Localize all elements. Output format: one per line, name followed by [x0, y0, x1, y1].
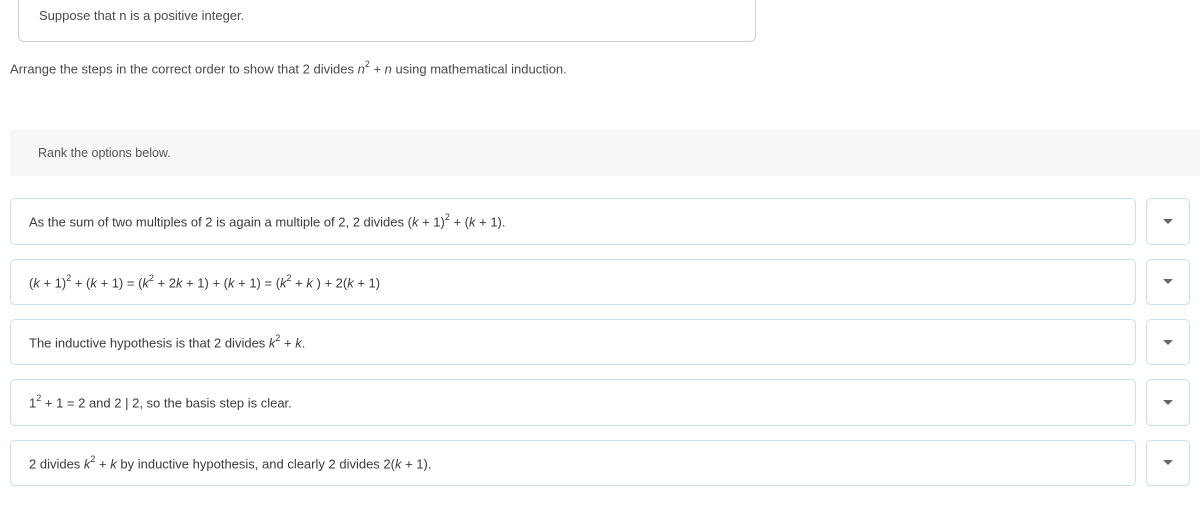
rank-dropdown-button[interactable] [1146, 379, 1190, 425]
option-row: 12 + 1 = 2 and 2 | 2, so the basis step … [10, 379, 1190, 425]
caret-down-icon [1163, 219, 1173, 224]
rank-dropdown-button[interactable] [1146, 259, 1190, 305]
premise-text-post: is a positive integer. [126, 8, 244, 23]
rank-heading: Rank the options below. [10, 130, 1200, 176]
caret-down-icon [1163, 400, 1173, 405]
rank-dropdown-button[interactable] [1146, 198, 1190, 244]
option-text: 2 divides k2 + k by inductive hypothesis… [29, 455, 431, 471]
option-card[interactable]: (k + 1)2 + (k + 1) = (k2 + 2k + 1) + (k … [10, 259, 1136, 305]
option-row: The inductive hypothesis is that 2 divid… [10, 319, 1190, 365]
option-row: As the sum of two multiples of 2 is agai… [10, 198, 1190, 244]
premise-box: Suppose that n is a positive integer. [18, 0, 756, 42]
caret-down-icon [1163, 460, 1173, 465]
instr-pre: Arrange the steps in the correct order t… [10, 61, 358, 76]
option-text: 12 + 1 = 2 and 2 | 2, so the basis step … [29, 394, 292, 410]
option-card[interactable]: 2 divides k2 + k by inductive hypothesis… [10, 440, 1136, 486]
rank-dropdown-button[interactable] [1146, 440, 1190, 486]
instr-sup: 2 [365, 59, 370, 69]
option-card[interactable]: 12 + 1 = 2 and 2 | 2, so the basis step … [10, 379, 1136, 425]
option-card[interactable]: The inductive hypothesis is that 2 divid… [10, 319, 1136, 365]
caret-down-icon [1163, 340, 1173, 345]
instr-post: using mathematical induction. [392, 61, 567, 76]
instr-n: n [358, 61, 365, 76]
instr-n2: n [385, 61, 392, 76]
option-text: As the sum of two multiples of 2 is agai… [29, 213, 506, 229]
rank-dropdown-button[interactable] [1146, 319, 1190, 365]
options-container: As the sum of two multiples of 2 is agai… [10, 198, 1190, 486]
caret-down-icon [1163, 279, 1173, 284]
instruction-text: Arrange the steps in the correct order t… [10, 60, 1200, 76]
premise-text-pre: Suppose that [39, 8, 119, 23]
option-text: (k + 1)2 + (k + 1) = (k2 + 2k + 1) + (k … [29, 274, 380, 290]
option-row: 2 divides k2 + k by inductive hypothesis… [10, 440, 1190, 486]
instr-plus: + [370, 61, 385, 76]
option-text: The inductive hypothesis is that 2 divid… [29, 334, 305, 350]
option-row: (k + 1)2 + (k + 1) = (k2 + 2k + 1) + (k … [10, 259, 1190, 305]
option-card[interactable]: As the sum of two multiples of 2 is agai… [10, 198, 1136, 244]
